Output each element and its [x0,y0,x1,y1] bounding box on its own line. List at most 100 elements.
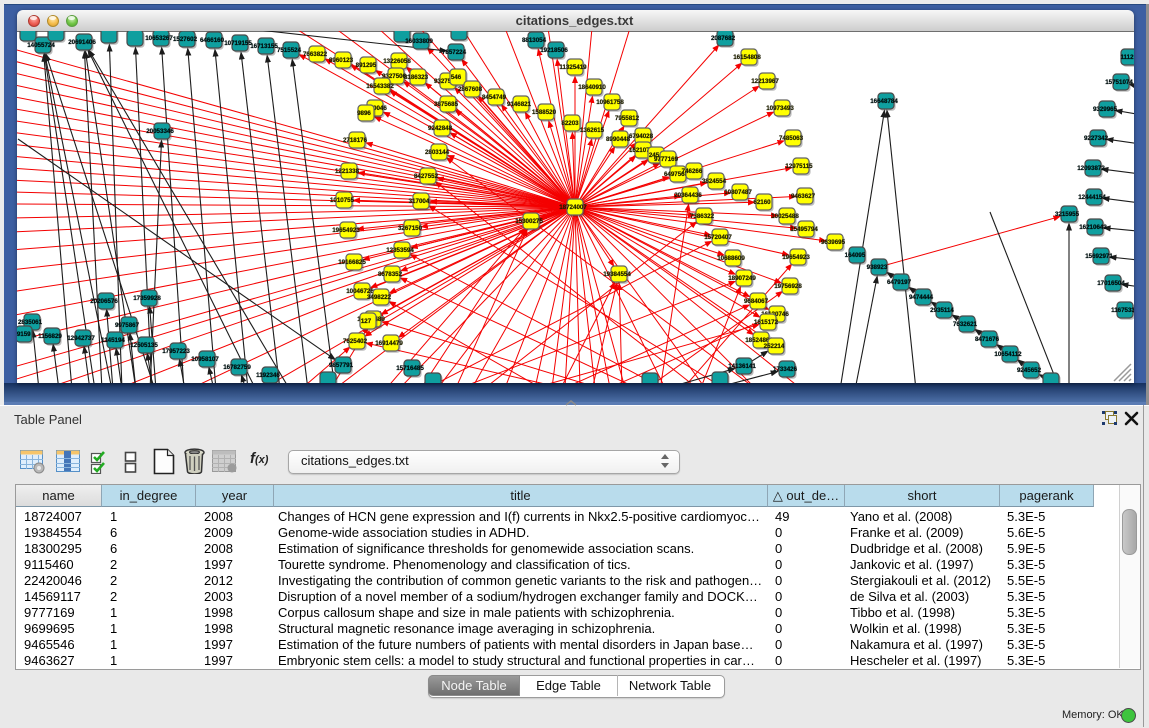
svg-text:18907249: 18907249 [728,275,756,282]
svg-text:15751074: 15751074 [1105,79,1133,86]
svg-text:20691406: 20691406 [68,39,96,46]
svg-text:12942737: 12942737 [67,335,95,342]
svg-text:10973493: 10973493 [766,105,794,112]
svg-text:6479197: 6479197 [887,279,912,286]
svg-text:9975867: 9975867 [115,322,140,329]
svg-text:1145194: 1145194 [101,337,125,344]
svg-text:8427552: 8427552 [414,173,439,180]
svg-text:7515524: 7515524 [277,47,302,54]
svg-text:2087682: 2087682 [711,35,736,42]
svg-text:10688609: 10688609 [717,255,745,262]
svg-text:20206576: 20206576 [90,298,118,305]
svg-text:62160: 62160 [753,199,771,206]
svg-text:17957223: 17957223 [162,348,190,355]
svg-text:938923: 938923 [867,264,888,271]
svg-text:3267150: 3267150 [398,225,423,232]
svg-text:16914479: 16914479 [375,340,403,347]
svg-text:19218506: 19218506 [540,47,568,54]
svg-text:9684067: 9684067 [744,298,769,305]
svg-text:10653267: 10653267 [145,35,173,42]
svg-text:9639695: 9639695 [821,239,846,246]
svg-text:252214: 252214 [764,343,785,350]
svg-text:9227342: 9227342 [1084,135,1109,142]
svg-text:16210643: 16210643 [1079,224,1107,231]
svg-text:19756928: 19756928 [774,283,802,290]
svg-text:39159: 39159 [17,331,31,338]
svg-text:9245652: 9245652 [1017,367,1042,374]
svg-text:12444154: 12444154 [1078,194,1106,201]
svg-text:19654923: 19654923 [332,227,360,234]
svg-text:1588520: 1588520 [532,109,557,116]
svg-text:12213967: 12213967 [751,78,779,85]
svg-text:16033809: 16033809 [405,38,433,45]
svg-text:1362615: 1362615 [580,127,605,134]
svg-text:8454749: 8454749 [482,94,507,101]
svg-text:2867608: 2867608 [458,86,483,93]
svg-text:10654112: 10654112 [994,351,1022,358]
svg-text:19384554: 19384554 [603,271,631,278]
svg-text:15692971: 15692971 [1085,253,1113,260]
svg-text:9474444: 9474444 [909,294,934,301]
svg-text:7663822: 7663822 [303,51,328,58]
svg-text:18724007: 18724007 [559,204,587,211]
svg-text:1733426: 1733426 [773,366,798,373]
svg-text:1192346: 1192346 [256,372,280,379]
svg-text:9329965: 9329965 [1093,106,1118,113]
svg-text:16648784: 16648784 [870,98,898,105]
svg-text:3498222: 3498222 [367,294,392,301]
svg-text:1527602: 1527602 [173,36,198,43]
svg-text:1156829: 1156829 [38,333,62,340]
svg-text:8186323: 8186323 [404,74,429,81]
svg-text:6794028: 6794028 [629,133,654,140]
svg-text:3824554: 3824554 [702,178,727,185]
svg-text:82203: 82203 [561,120,579,127]
svg-text:2835061: 2835061 [18,319,43,326]
svg-text:7857224: 7857224 [442,49,467,56]
svg-text:6466160: 6466160 [200,37,225,44]
svg-text:1112: 1112 [1120,54,1134,61]
svg-text:7955812: 7955812 [615,115,640,122]
svg-text:13226058: 13226058 [383,58,411,65]
svg-text:10025488: 10025488 [771,213,799,220]
svg-text:2718176: 2718176 [343,137,368,144]
svg-text:9896: 9896 [357,110,371,117]
svg-text:746266: 746266 [682,168,703,175]
svg-text:12505135: 12505135 [130,342,158,349]
svg-text:16782759: 16782759 [223,364,251,371]
svg-text:546: 546 [451,74,462,81]
svg-text:1167533: 1167533 [1111,307,1134,314]
svg-text:3875685: 3875685 [434,101,459,108]
svg-text:1615172: 1615172 [754,319,779,326]
svg-text:1221338: 1221338 [335,168,360,175]
svg-text:317004: 317004 [409,198,430,205]
svg-text:16713155: 16713155 [250,43,278,50]
svg-text:8678352: 8678352 [378,271,403,278]
svg-text:20053346: 20053346 [146,128,174,135]
svg-text:12093872: 12093872 [1077,165,1105,172]
svg-text:19654923: 19654923 [782,254,810,261]
svg-text:19166825: 19166825 [338,259,366,266]
svg-text:17016504: 17016504 [1097,280,1125,287]
svg-text:15300275: 15300275 [515,218,543,225]
svg-text:14136141: 14136141 [728,363,756,370]
svg-text:9242848: 9242848 [428,125,453,132]
svg-text:16543382: 16543382 [366,83,394,90]
svg-text:7625402: 7625402 [343,338,368,345]
svg-text:8990448: 8990448 [606,136,631,143]
svg-text:9857791: 9857791 [329,362,354,369]
svg-text:17359928: 17359928 [133,295,161,302]
svg-text:15716485: 15716485 [396,365,424,372]
svg-text:20364436: 20364436 [674,192,702,199]
svg-text:8813054: 8813054 [522,37,547,44]
svg-text:9777169: 9777169 [654,156,679,163]
svg-text:14055724: 14055724 [27,42,55,49]
svg-text:10807487: 10807487 [724,189,752,196]
svg-text:12353594: 12353594 [386,247,414,254]
svg-text:2935114: 2935114 [930,307,954,314]
svg-text:15720407: 15720407 [704,234,732,241]
svg-text:11325419: 11325419 [559,64,587,71]
svg-text:16154808: 16154808 [733,54,761,61]
svg-text:127: 127 [361,318,372,325]
svg-text:10719155: 10719155 [224,40,252,47]
svg-text:10958107: 10958107 [191,356,219,363]
